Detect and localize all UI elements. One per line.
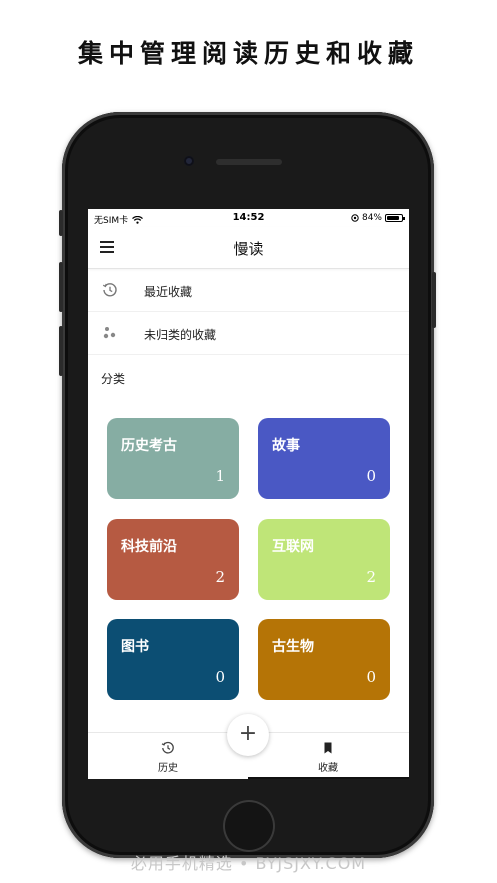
section-title: 分类 (101, 372, 126, 386)
tab-history[interactable]: 历史 (88, 733, 248, 779)
mute-switch (59, 210, 63, 236)
dots-cluster-icon (103, 327, 116, 339)
battery-icon (385, 214, 405, 222)
bookmark-icon (324, 742, 332, 754)
category-card[interactable]: 历史考古 1 (107, 418, 239, 499)
list-item-recent[interactable]: 最近收藏 (88, 270, 409, 312)
nav-bar: 慢读 (88, 227, 409, 269)
headline: 集中管理阅读历史和收藏 (77, 39, 419, 68)
active-tab-indicator (248, 777, 409, 779)
page-title: 慢读 (233, 240, 264, 258)
list-item-label: 未归类的收藏 (144, 328, 217, 342)
category-name: 科技前沿 (121, 539, 177, 555)
list-item-uncategorized[interactable]: 未归类的收藏 (88, 313, 409, 355)
history-icon (161, 741, 174, 754)
app-screen: 无SIM卡 14:52 84% 慢读 最近收藏 未归类的收藏 分类 历史考古 1… (88, 209, 409, 779)
earpiece-speaker (216, 159, 282, 165)
category-card[interactable]: 科技前沿 2 (107, 519, 239, 600)
category-name: 故事 (272, 438, 300, 454)
category-card[interactable]: 互联网 2 (258, 519, 390, 600)
list-item-label: 最近收藏 (144, 285, 193, 299)
category-count: 2 (215, 568, 225, 586)
category-card[interactable]: 图书 0 (107, 619, 239, 700)
category-card[interactable]: 古生物 0 (258, 619, 390, 700)
battery-percent: 84% (361, 213, 382, 223)
category-count: 0 (215, 668, 225, 686)
category-name: 图书 (121, 639, 149, 655)
tab-label: 收藏 (318, 763, 338, 774)
volume-up-button (59, 262, 63, 312)
volume-down-button (59, 326, 63, 376)
category-count: 2 (366, 568, 376, 586)
watermark: 必用手机精选 • BYJSJXY.COM (130, 854, 367, 873)
category-count: 1 (215, 467, 225, 485)
history-clock-icon (102, 283, 117, 297)
add-button[interactable]: + (227, 714, 269, 756)
home-button[interactable] (223, 800, 275, 852)
category-name: 历史考古 (121, 438, 177, 454)
category-name: 古生物 (272, 639, 314, 655)
category-count: 0 (366, 668, 376, 686)
tab-favorites[interactable]: 收藏 (248, 733, 408, 779)
battery-fill (387, 216, 399, 220)
front-camera (184, 156, 194, 166)
orientation-lock-icon (351, 214, 359, 222)
category-name: 互联网 (272, 539, 314, 555)
category-count: 0 (366, 467, 376, 485)
status-bar: 无SIM卡 14:52 84% (88, 209, 409, 227)
tab-label: 历史 (158, 763, 178, 774)
category-card[interactable]: 故事 0 (258, 418, 390, 499)
power-button (432, 272, 436, 328)
